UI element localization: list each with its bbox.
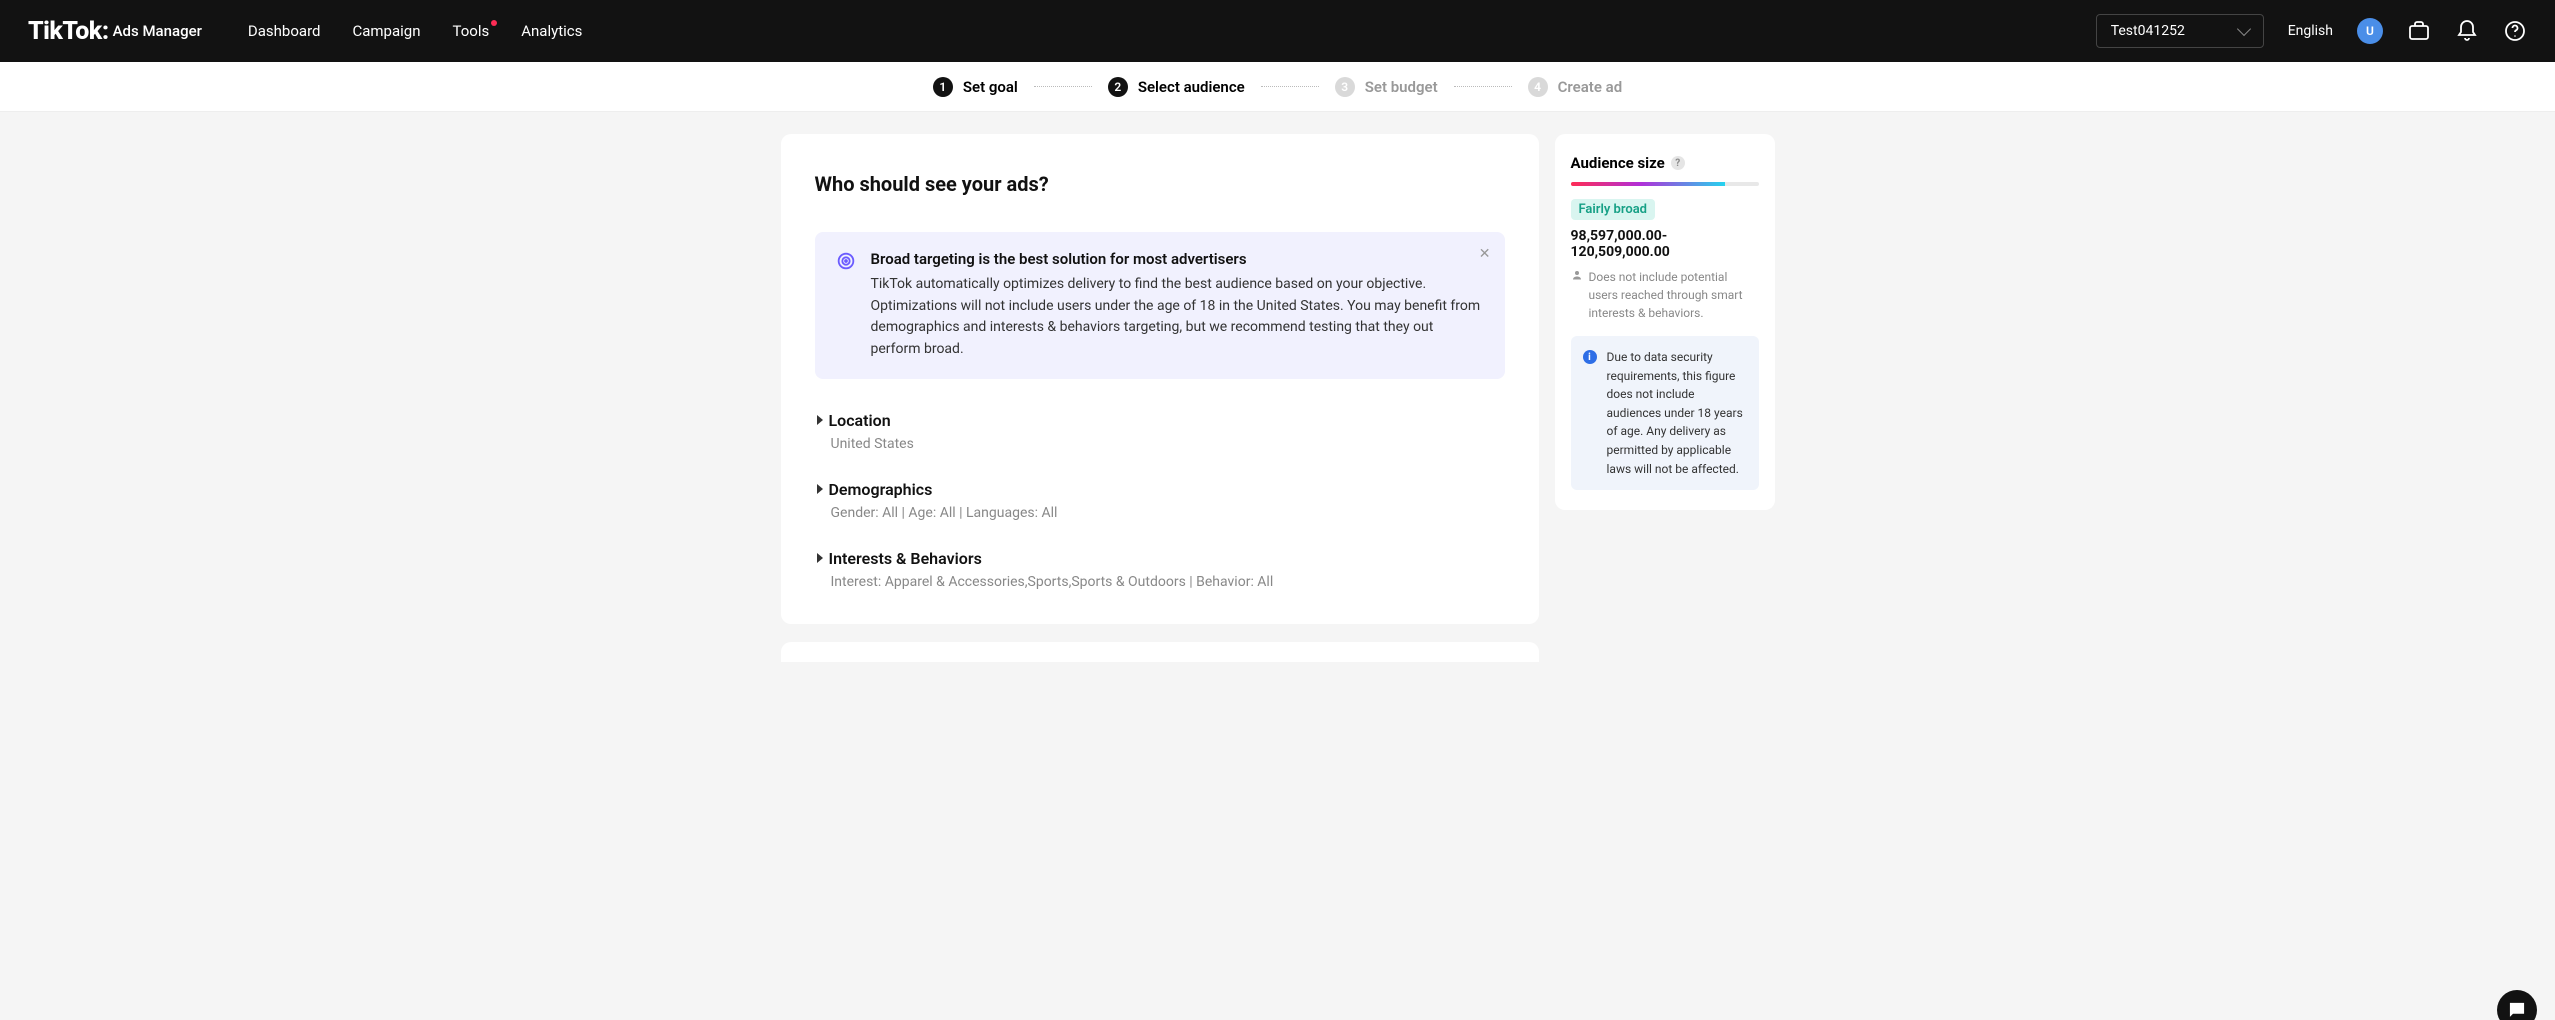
page-title: Who should see your ads?: [815, 172, 1505, 196]
center-column: Who should see your ads? Broad targeting…: [781, 134, 1539, 662]
section-demographics: Demographics Gender: All | Age: All | La…: [815, 480, 1505, 521]
audience-card: Who should see your ads? Broad targeting…: [781, 134, 1539, 624]
section-summary: Gender: All | Age: All | Languages: All: [831, 505, 1505, 521]
main-nav: Dashboard Campaign Tools Analytics: [248, 22, 582, 40]
banner-title: Broad targeting is the best solution for…: [871, 250, 1485, 268]
bell-icon[interactable]: [2455, 19, 2479, 43]
section-location: Location United States: [815, 411, 1505, 452]
section-title: Location: [829, 411, 891, 430]
close-icon[interactable]: ✕: [1479, 246, 1491, 262]
step-label: Set budget: [1365, 78, 1438, 96]
section-toggle-interests[interactable]: Interests & Behaviors: [817, 549, 1505, 568]
section-summary: Interest: Apparel & Accessories,Sports,S…: [831, 574, 1505, 590]
stepper: 1 Set goal 2 Select audience 3 Set budge…: [0, 62, 2555, 112]
chat-fab[interactable]: [2497, 990, 2537, 1020]
nav-analytics[interactable]: Analytics: [521, 22, 582, 40]
step-separator: [1034, 86, 1092, 87]
next-card-peek: [781, 642, 1539, 662]
account-name: Test041252: [2111, 23, 2185, 39]
step-number: 2: [1108, 77, 1128, 97]
language-selector[interactable]: English: [2288, 23, 2333, 39]
step-label: Set goal: [963, 78, 1018, 96]
person-icon: [1571, 268, 1583, 322]
avatar[interactable]: U: [2357, 18, 2383, 44]
header-left: TikTok: Ads Manager Dashboard Campaign T…: [28, 17, 582, 46]
help-icon[interactable]: ?: [1671, 156, 1685, 170]
step-number: 1: [933, 77, 953, 97]
broad-targeting-banner: Broad targeting is the best solution for…: [815, 232, 1505, 379]
audience-note: Does not include potential users reached…: [1571, 268, 1759, 322]
nav-tools[interactable]: Tools: [452, 22, 489, 40]
section-toggle-location[interactable]: Location: [817, 411, 1505, 430]
step-separator: [1261, 86, 1319, 87]
banner-text: Broad targeting is the best solution for…: [871, 250, 1485, 361]
audience-size-card: Audience size ? Fairly broad 98,597,000.…: [1555, 134, 1775, 510]
side-title: Audience size ?: [1571, 154, 1759, 172]
step-select-audience[interactable]: 2 Select audience: [1108, 77, 1245, 97]
info-icon: i: [1583, 350, 1597, 364]
logo-sub: Ads Manager: [113, 22, 202, 40]
audience-size-fill: [1571, 182, 1725, 186]
account-selector[interactable]: Test041252: [2096, 14, 2264, 48]
step-number: 4: [1528, 77, 1548, 97]
step-separator: [1454, 86, 1512, 87]
step-number: 3: [1335, 77, 1355, 97]
step-label: Create ad: [1558, 78, 1623, 96]
notification-dot-icon: [491, 20, 497, 26]
top-header: TikTok: Ads Manager Dashboard Campaign T…: [0, 0, 2555, 62]
nav-dashboard[interactable]: Dashboard: [248, 22, 321, 40]
audience-size-range: 98,597,000.00-120,509,000.00: [1571, 228, 1759, 260]
header-right: Test041252 English U: [2096, 14, 2527, 48]
step-create-ad[interactable]: 4 Create ad: [1528, 77, 1623, 97]
section-toggle-demographics[interactable]: Demographics: [817, 480, 1505, 499]
help-icon[interactable]: [2503, 19, 2527, 43]
step-label: Select audience: [1138, 78, 1245, 96]
caret-right-icon: [817, 415, 823, 425]
nav-campaign[interactable]: Campaign: [352, 22, 420, 40]
step-set-budget[interactable]: 3 Set budget: [1335, 77, 1438, 97]
logo-main: TikTok:: [28, 17, 109, 46]
caret-right-icon: [817, 484, 823, 494]
audience-size-bar: [1571, 182, 1759, 186]
section-summary: United States: [831, 436, 1505, 452]
section-title: Demographics: [829, 480, 933, 499]
banner-body: TikTok automatically optimizes delivery …: [871, 274, 1485, 361]
caret-right-icon: [817, 553, 823, 563]
logo[interactable]: TikTok: Ads Manager: [28, 17, 202, 46]
data-security-info: i Due to data security requirements, thi…: [1571, 336, 1759, 490]
briefcase-icon[interactable]: [2407, 19, 2431, 43]
target-icon: [835, 250, 857, 272]
section-title: Interests & Behaviors: [829, 549, 982, 568]
section-interests: Interests & Behaviors Interest: Apparel …: [815, 549, 1505, 590]
chevron-down-icon: [2237, 22, 2251, 36]
main-content: Who should see your ads? Broad targeting…: [0, 112, 2555, 662]
step-set-goal[interactable]: 1 Set goal: [933, 77, 1018, 97]
audience-size-badge: Fairly broad: [1571, 199, 1656, 220]
